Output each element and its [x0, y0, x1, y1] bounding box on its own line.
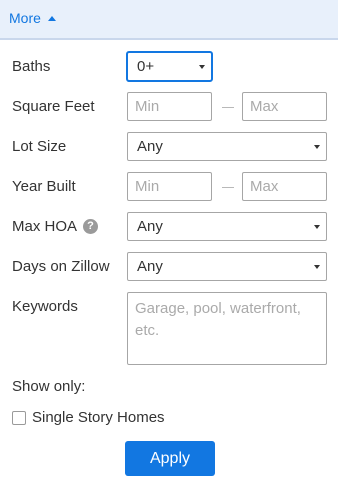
max-hoa-label-row: Max HOA ?: [12, 216, 99, 236]
baths-value: 0+: [137, 58, 155, 75]
caret-up-icon: [47, 15, 56, 21]
baths-label: Baths: [12, 57, 51, 75]
max-hoa-label: Max HOA: [12, 217, 78, 235]
chevron-down-icon: [199, 65, 205, 69]
range-dash: [222, 107, 234, 108]
year-built-min-input[interactable]: [127, 172, 212, 201]
keywords-label: Keywords: [12, 297, 78, 315]
keywords-textarea[interactable]: [127, 292, 327, 365]
more-toggle[interactable]: More: [9, 9, 56, 27]
help-icon[interactable]: ?: [83, 218, 99, 234]
apply-button[interactable]: Apply: [125, 441, 215, 476]
filter-header: More: [0, 0, 338, 40]
days-on-zillow-value: Any: [137, 258, 163, 275]
square-feet-min-input[interactable]: [127, 92, 212, 121]
more-label: More: [9, 10, 41, 26]
max-hoa-value: Any: [137, 218, 163, 235]
chevron-down-icon: [314, 225, 320, 229]
square-feet-max-input[interactable]: [242, 92, 327, 121]
days-on-zillow-select[interactable]: Any: [127, 252, 327, 281]
max-hoa-select[interactable]: Any: [127, 212, 327, 241]
year-built-label: Year Built: [12, 177, 76, 195]
lot-size-label: Lot Size: [12, 137, 67, 155]
lot-size-select[interactable]: Any: [127, 132, 327, 161]
show-only-label: Show only:: [12, 377, 86, 395]
chevron-down-icon: [314, 265, 320, 269]
single-story-label[interactable]: Single Story Homes: [32, 407, 165, 427]
baths-select[interactable]: 0+: [127, 52, 212, 81]
year-built-max-input[interactable]: [242, 172, 327, 201]
days-on-zillow-label: Days on Zillow: [12, 257, 110, 275]
square-feet-label: Square Feet: [12, 97, 95, 115]
range-dash: [222, 187, 234, 188]
single-story-checkbox[interactable]: [12, 411, 26, 425]
chevron-down-icon: [314, 145, 320, 149]
lot-size-value: Any: [137, 138, 163, 155]
